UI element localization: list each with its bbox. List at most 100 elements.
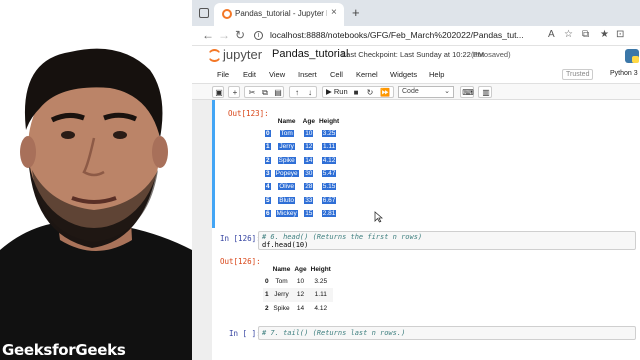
column-header-age: Age: [294, 266, 307, 273]
cell-height: 1.11: [321, 143, 337, 151]
restart-run-all-icon[interactable]: ⏩: [378, 87, 392, 99]
cell-height: 3.25: [321, 130, 337, 138]
row-index: 0: [265, 278, 269, 286]
table-header-row: Name Age Height: [263, 264, 333, 275]
menu-kernel[interactable]: Kernel: [356, 70, 378, 79]
cell-type-value: Code: [402, 88, 419, 95]
row-index: 1: [265, 291, 269, 299]
table-row: 5 Bluto 33 6.67: [263, 193, 341, 206]
paste-icon[interactable]: ▤: [272, 87, 284, 99]
cell-age: 14: [296, 304, 305, 312]
move-up-icon[interactable]: ↑: [291, 87, 303, 99]
clipboard-group: ✂ ⧉ ▤: [244, 86, 284, 98]
row-index: 4: [265, 183, 271, 191]
cell-height: 4.12: [321, 156, 337, 164]
restart-icon[interactable]: ↻: [364, 87, 376, 99]
autosave-status: (autosaved): [471, 50, 511, 59]
row-index: 0: [265, 130, 271, 138]
menu-cell[interactable]: Cell: [330, 70, 343, 79]
save-group: ▣: [212, 86, 224, 98]
url-field[interactable]: localhost:8888/notebooks/GFG/Feb_March%2…: [270, 30, 540, 40]
run-button[interactable]: ▶ Run: [326, 87, 348, 96]
cell-age: 33: [304, 196, 314, 204]
row-index: 1: [265, 143, 271, 151]
command-palette-icon[interactable]: ⌨: [462, 87, 474, 99]
tab-actions-icon[interactable]: [199, 8, 209, 18]
forward-icon[interactable]: →: [218, 28, 230, 42]
cut-icon[interactable]: ✂: [246, 87, 258, 99]
table-row: 2 Spike 14 4.12: [263, 154, 341, 167]
cell-height: 2.81: [321, 209, 337, 217]
insert-group: +: [228, 86, 240, 98]
menu-insert[interactable]: Insert: [298, 70, 317, 79]
row-index: 3: [265, 170, 271, 178]
notebook-name[interactable]: Pandas_tutorial: [272, 48, 348, 60]
tab-title: Pandas_tutorial - Jupyter Notebook: [235, 9, 327, 18]
cell-name: Bluto: [278, 196, 296, 204]
collections-icon[interactable]: ⊡: [616, 29, 624, 40]
mouse-cursor-icon: [374, 211, 383, 223]
table-row: 0 Tom 10 3.25: [263, 275, 333, 288]
menu-widgets[interactable]: Widgets: [390, 70, 417, 79]
table-header-row: Name Age Height: [263, 116, 341, 127]
tab-close-icon[interactable]: ×: [331, 7, 337, 18]
extensions-icon[interactable]: ⧉: [582, 29, 589, 40]
kernel-indicator: Python 3: [610, 70, 638, 77]
insert-cell-icon[interactable]: +: [230, 87, 240, 99]
menu-view[interactable]: View: [269, 70, 285, 79]
table-row: 1 Jerry 12 1.11: [263, 140, 341, 153]
run-group: ▶ Run ■ ↻ ⏩: [322, 86, 394, 98]
cell-age: 30: [304, 170, 314, 178]
new-tab-button[interactable]: +: [352, 5, 360, 20]
cell-age: 12: [304, 143, 314, 151]
row-index: 5: [265, 196, 271, 204]
presenter-image: [0, 0, 192, 360]
favorite-icon[interactable]: ☆: [564, 29, 573, 40]
code-comment-line: # 7. tail() (Returns last n rows.): [262, 329, 406, 337]
column-header-height: Height: [310, 266, 331, 273]
presenter-watermark: GeeksforGeeks: [2, 341, 126, 359]
interrupt-icon[interactable]: ■: [350, 87, 362, 99]
selected-cell-indicator: [212, 100, 215, 228]
favorites-bar-icon[interactable]: ★: [600, 29, 609, 40]
cell-type-select[interactable]: Code ⌄: [398, 86, 454, 98]
cell-age: 14: [304, 156, 314, 164]
cell-age: 15: [304, 209, 314, 217]
code-cell-empty[interactable]: # 7. tail() (Returns last n rows.): [258, 326, 636, 340]
browser-window: Pandas_tutorial - Jupyter Notebook × + ←…: [192, 0, 640, 360]
site-info-icon[interactable]: i: [254, 31, 263, 40]
dataframe-output-123[interactable]: Name Age Height 0 Tom 10 3.25 1 Jerry 12…: [263, 116, 341, 220]
back-icon[interactable]: ←: [202, 28, 214, 42]
menu-edit[interactable]: Edit: [243, 70, 256, 79]
refresh-icon[interactable]: ↻: [235, 28, 245, 42]
cell-height: 5.47: [321, 170, 337, 178]
menu-bar: File Edit View Insert Cell Kernel Widget…: [192, 66, 640, 84]
tab-bar: Pandas_tutorial - Jupyter Notebook × +: [192, 0, 640, 26]
cell-name: Tom: [279, 130, 294, 138]
cell-height: 3.25: [314, 278, 328, 286]
table-row: 4 Olive 28 5.15: [263, 180, 341, 193]
tab-jupyter[interactable]: Pandas_tutorial - Jupyter Notebook ×: [214, 3, 344, 26]
save-icon[interactable]: ▣: [214, 87, 224, 99]
jupyter-favicon-icon: [222, 9, 232, 19]
move-down-icon[interactable]: ↓: [304, 87, 316, 99]
cell-name: Popeye: [274, 170, 299, 178]
code-cell-126[interactable]: # 6. head() (Returns the first n rows) d…: [258, 231, 636, 250]
dataframe-output-126[interactable]: Name Age Height 0 Tom 10 3.25 1 Jerry 12…: [263, 264, 333, 315]
row-index: 2: [265, 156, 271, 164]
jupyter-logo-text: jupyter: [223, 47, 263, 62]
menu-help[interactable]: Help: [429, 70, 444, 79]
column-header-age: Age: [302, 118, 315, 125]
jupyter-logo[interactable]: jupyter: [208, 47, 268, 65]
read-aloud-icon[interactable]: A: [548, 29, 555, 40]
column-header-index: [263, 264, 271, 275]
menu-file[interactable]: File: [217, 70, 229, 79]
bar-chart-icon[interactable]: ▥: [480, 87, 492, 99]
copy-icon[interactable]: ⧉: [259, 87, 271, 99]
table-row: 3 Popeye 30 5.47: [263, 167, 341, 180]
cell-age: 28: [304, 183, 314, 191]
column-header-name: Name: [277, 118, 296, 125]
cell-height: 1.11: [314, 291, 327, 299]
trusted-badge[interactable]: Trusted: [562, 69, 594, 80]
cell-height: 5.15: [321, 183, 337, 191]
